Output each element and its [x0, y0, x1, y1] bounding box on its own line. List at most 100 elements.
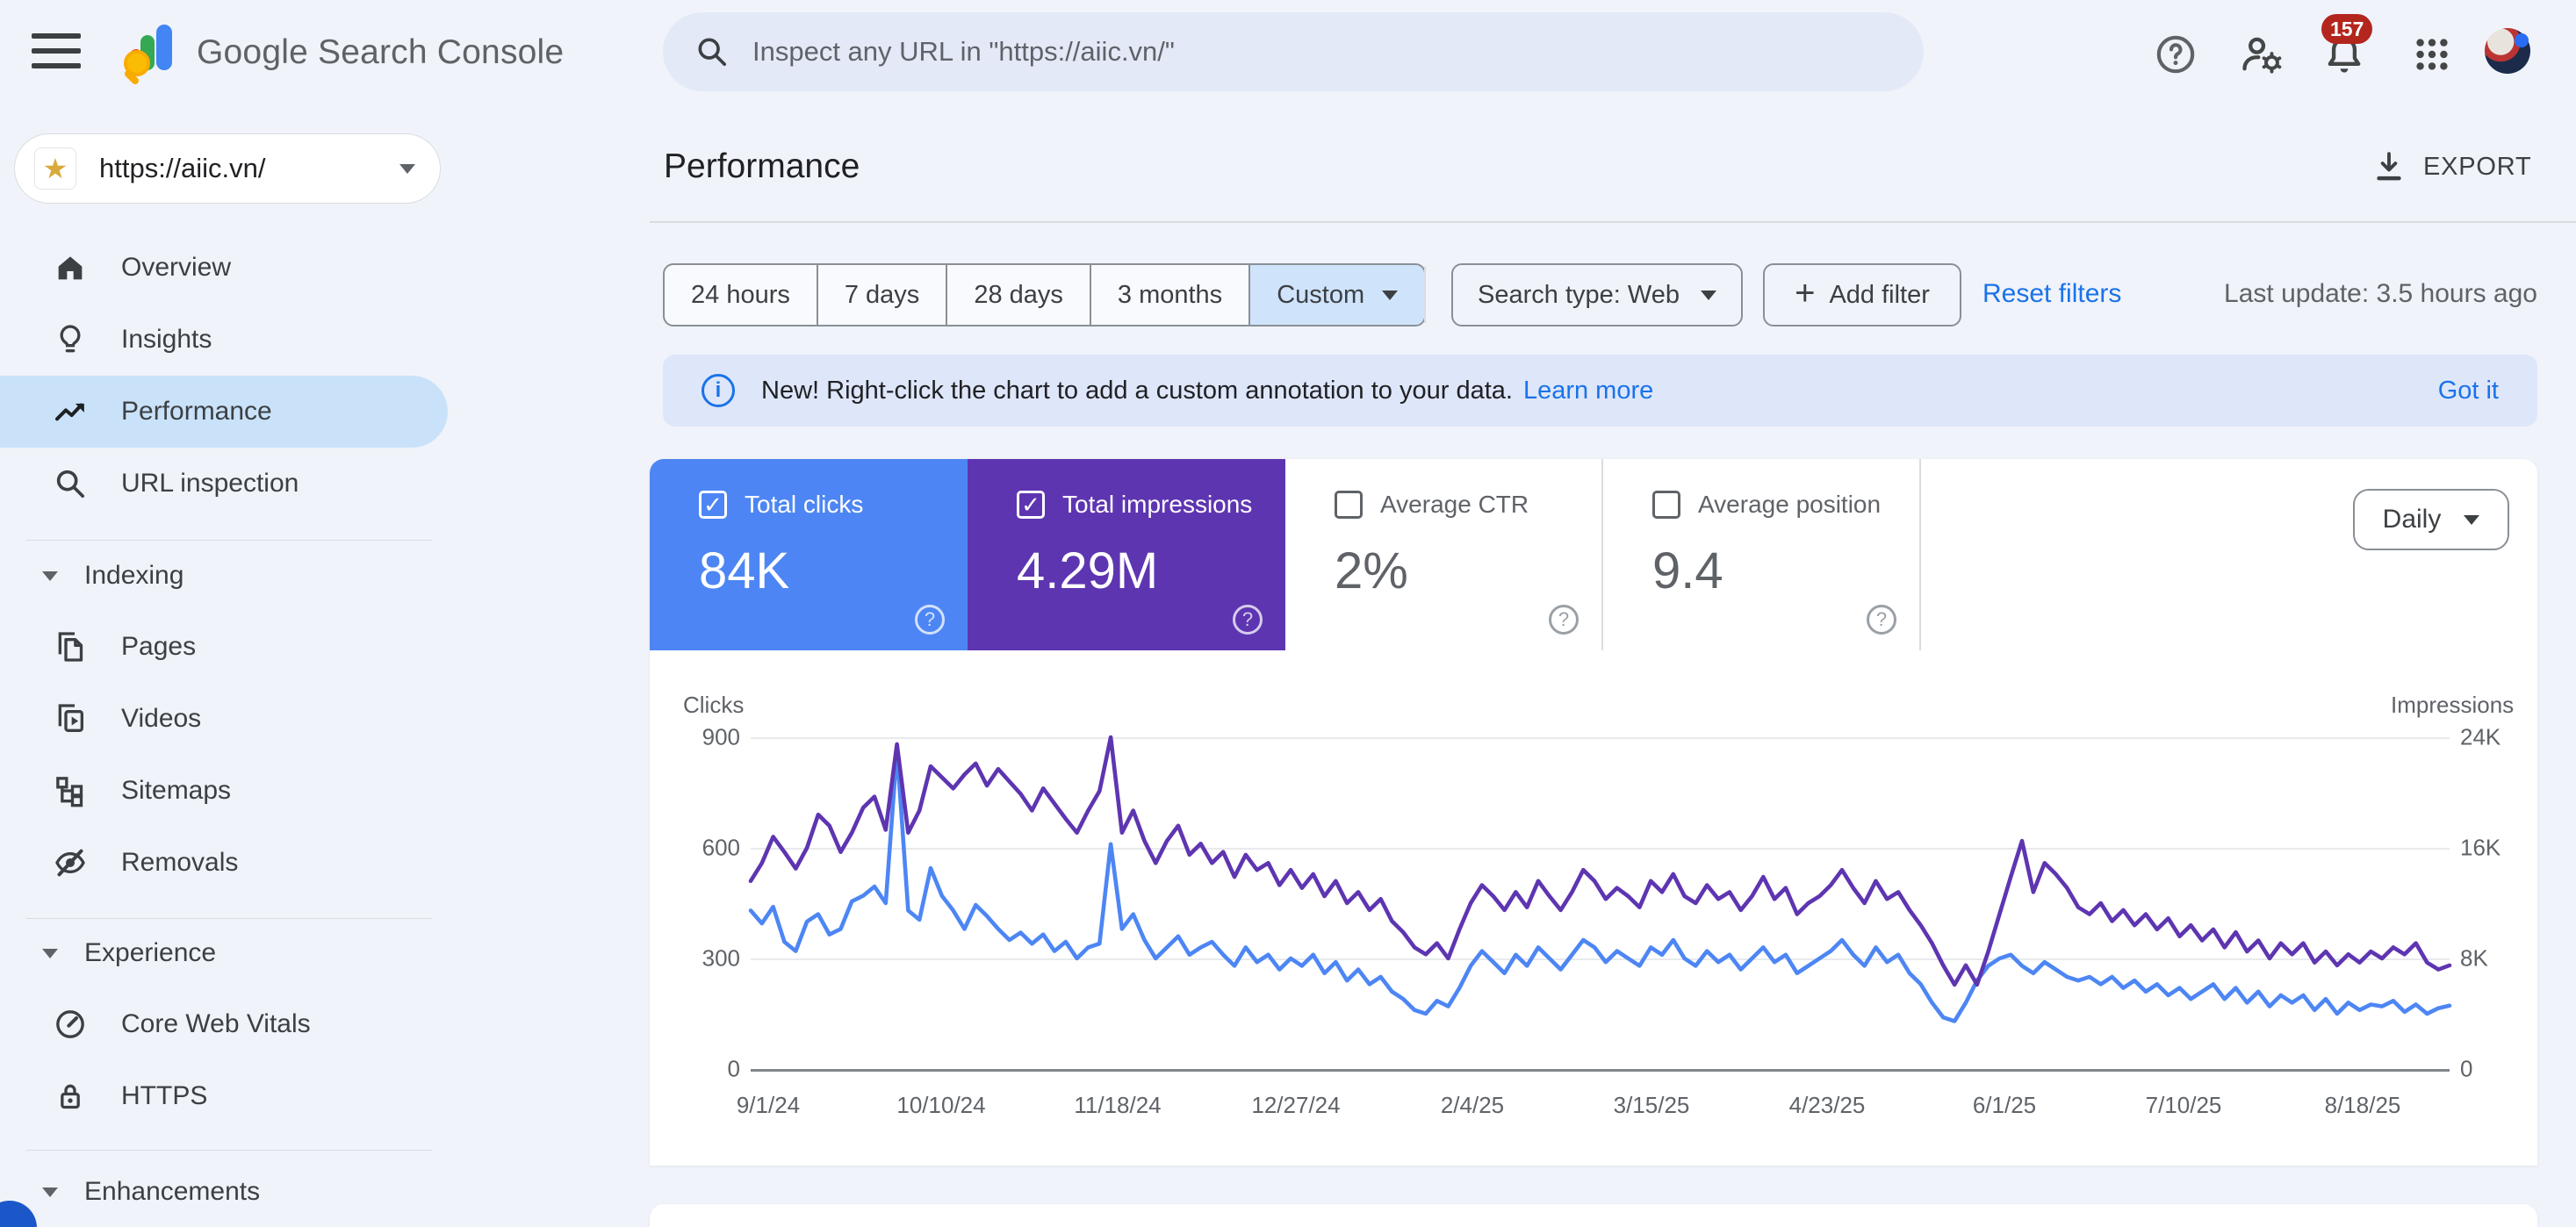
- metric-card-average-position[interactable]: Average position 9.4 ?: [1603, 459, 1921, 650]
- search-placeholder: Inspect any URL in "https://aiic.vn/": [752, 36, 1175, 67]
- sidebar-item-sitemaps[interactable]: Sitemaps: [0, 755, 448, 827]
- x-axis-label: 9/1/24: [736, 1092, 801, 1118]
- chevron-down-icon: [42, 948, 58, 958]
- metric-label: Total clicks: [745, 491, 864, 518]
- user-settings-icon: [2242, 37, 2282, 74]
- sidebar-divider: [26, 540, 432, 541]
- chevron-down-icon: [1700, 290, 1716, 300]
- header-divider: [650, 221, 2576, 223]
- sidebar-item-insights[interactable]: Insights: [0, 304, 448, 376]
- metric-label: Average CTR: [1380, 491, 1529, 518]
- date-range-segmented-control: 24 hours 7 days 28 days 3 months Custom: [663, 263, 1427, 326]
- plus-icon: +: [1795, 273, 1816, 312]
- sitemaps-icon: [56, 777, 83, 807]
- metric-card-total-impressions[interactable]: ✓ Total impressions 4.29M ?: [968, 459, 1285, 650]
- sidebar-section-label: Indexing: [84, 561, 184, 590]
- sidebar-item-url-inspection[interactable]: URL inspection: [0, 448, 448, 520]
- help-icon[interactable]: ?: [1233, 605, 1263, 635]
- top-bar: Google Search Console Inspect any URL in…: [0, 0, 2576, 104]
- property-favicon: ★: [34, 147, 76, 190]
- learn-more-link[interactable]: Learn more: [1523, 377, 1653, 405]
- right-axis-tick: 8K: [2460, 944, 2488, 972]
- left-axis-tick: 0: [727, 1055, 740, 1082]
- annotation-promo-banner: i New! Right-click the chart to add a cu…: [663, 355, 2537, 427]
- metric-label: Total impressions: [1062, 491, 1253, 518]
- sidebar-item-pages[interactable]: Pages: [0, 611, 448, 683]
- sidebar-section-indexing[interactable]: Indexing: [0, 549, 448, 602]
- time-series-chart[interactable]: Clicks Impressions 900 24K 600 16K 300 8K 0 0 9/…: [683, 692, 2514, 1118]
- sidebar-item-performance[interactable]: Performance: [0, 376, 448, 448]
- chart-lines[interactable]: [748, 735, 2452, 1069]
- date-range-7-days[interactable]: 7 days: [818, 265, 948, 325]
- checkbox-unchecked-icon[interactable]: [1335, 491, 1363, 519]
- sidebar-section-experience[interactable]: Experience: [0, 927, 448, 979]
- avatar-logo-dot: [2515, 33, 2529, 47]
- x-axis-label: 4/23/25: [1788, 1092, 1866, 1118]
- sidebar-item-overview[interactable]: Overview: [0, 232, 448, 304]
- date-range-24-hours[interactable]: 24 hours: [665, 265, 818, 325]
- date-range-3-months[interactable]: 3 months: [1091, 265, 1251, 325]
- granularity-dropdown[interactable]: Daily: [2353, 489, 2509, 550]
- search-type-dropdown[interactable]: Search type: Web: [1451, 263, 1743, 326]
- hamburger-menu-icon[interactable]: [32, 33, 81, 70]
- x-axis-label: 3/15/25: [1613, 1092, 1690, 1118]
- property-selector[interactable]: ★ https://aiic.vn/: [14, 133, 441, 204]
- help-icon[interactable]: ?: [915, 605, 945, 635]
- help-icon[interactable]: ?: [1867, 605, 1896, 635]
- url-inspect-search-input[interactable]: Inspect any URL in "https://aiic.vn/": [663, 12, 1924, 91]
- reset-filters-link[interactable]: Reset filters: [1982, 279, 2121, 309]
- date-range-custom[interactable]: Custom: [1250, 265, 1425, 325]
- chevron-down-icon: [2464, 514, 2480, 525]
- checkbox-checked-icon[interactable]: ✓: [1017, 491, 1045, 519]
- eye-off-icon: [55, 849, 85, 877]
- date-range-28-days[interactable]: 28 days: [947, 265, 1091, 325]
- left-axis-tick: 600: [702, 834, 740, 861]
- help-button[interactable]: [2151, 30, 2200, 79]
- sidebar-item-label: Insights: [121, 325, 212, 354]
- account-avatar[interactable]: [2485, 28, 2530, 74]
- metric-card-average-ctr[interactable]: Average CTR 2% ?: [1285, 459, 1603, 650]
- sidebar-item-label: URL inspection: [121, 469, 299, 498]
- granularity-label: Daily: [2382, 505, 2442, 534]
- sidebar-item-label: HTTPS: [121, 1081, 208, 1110]
- sidebar-item-https[interactable]: HTTPS: [0, 1060, 448, 1132]
- metric-value: 4.29M: [1017, 542, 1159, 599]
- user-settings-button[interactable]: [2237, 30, 2286, 79]
- sidebar-section-enhancements[interactable]: Enhancements: [0, 1166, 448, 1218]
- chevron-down-icon: [399, 163, 415, 174]
- right-axis-tick: 24K: [2460, 723, 2501, 750]
- page-title: Performance: [664, 147, 860, 185]
- help-icon[interactable]: ?: [1549, 605, 1579, 635]
- lock-icon: [61, 1084, 80, 1109]
- sidebar-item-label: Performance: [121, 397, 272, 426]
- performance-trend-icon: [55, 403, 84, 421]
- sidebar-item-core-web-vitals[interactable]: Core Web Vitals: [0, 988, 448, 1060]
- series-line-impressions: [748, 735, 2452, 987]
- banner-text: New! Right-click the chart to add a cust…: [761, 376, 1513, 405]
- sidebar-divider: [26, 1150, 432, 1151]
- magnifier-icon: [56, 470, 84, 498]
- sidebar-nav: ★ https://aiic.vn/ Overview Insights Per…: [0, 104, 458, 1227]
- left-axis-tick: 900: [702, 723, 740, 750]
- search-console-logo-icon: [124, 25, 172, 84]
- home-icon: [58, 256, 83, 280]
- sidebar-item-videos[interactable]: Videos: [0, 683, 448, 755]
- sidebar-divider: [26, 918, 432, 919]
- right-axis-tick: 0: [2460, 1055, 2473, 1082]
- x-axis-label: 10/10/24: [896, 1092, 986, 1118]
- checkbox-checked-icon[interactable]: ✓: [699, 491, 727, 519]
- sidebar-item-removals[interactable]: Removals: [0, 827, 448, 899]
- chevron-down-icon: [1382, 290, 1399, 300]
- sidebar-item-label: Sitemaps: [121, 776, 232, 805]
- date-range-custom-label: Custom: [1277, 280, 1365, 309]
- got-it-button[interactable]: Got it: [2438, 377, 2499, 405]
- export-button[interactable]: EXPORT: [2371, 140, 2532, 193]
- checkbox-unchecked-icon[interactable]: [1652, 491, 1680, 519]
- help-icon: [2156, 35, 2195, 74]
- left-axis-title: Clicks: [683, 692, 745, 718]
- add-filter-button[interactable]: + Add filter: [1763, 263, 1961, 326]
- performance-panel: ✓ Total clicks 84K ? ✓ Total impressions…: [650, 459, 2537, 1166]
- metric-card-total-clicks[interactable]: ✓ Total clicks 84K ?: [650, 459, 968, 650]
- apps-grid-button[interactable]: [2407, 30, 2457, 79]
- metric-value: 84K: [699, 542, 790, 599]
